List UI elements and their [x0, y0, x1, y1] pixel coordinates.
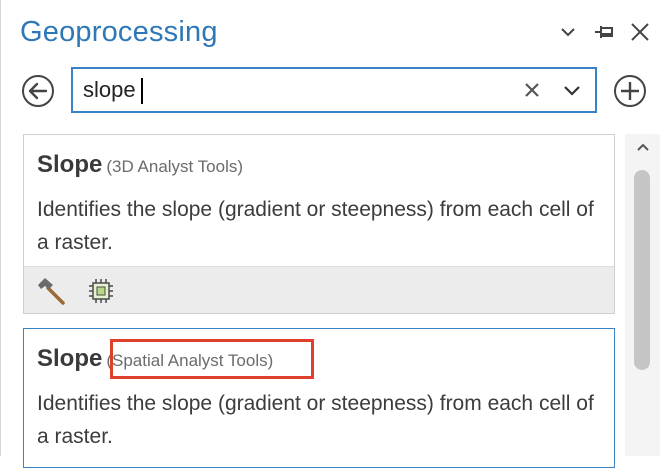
result-description: Identifies the slope (gradient or steepn…: [37, 392, 594, 448]
geoprocessing-pane: Geoprocessing slope Slope (3D Analyst To…: [0, 0, 660, 468]
result-title: Slope: [37, 345, 103, 372]
result-card[interactable]: Slope (Spatial Analyst Tools) Identifies …: [23, 328, 615, 468]
window-controls: [555, 18, 653, 46]
result-card[interactable]: Slope (3D Analyst Tools) Identifies the s…: [23, 134, 615, 314]
result-title: Slope: [37, 151, 103, 178]
result-header: Slope (3D Analyst Tools): [37, 151, 243, 179]
chevron-down-icon: [564, 86, 580, 96]
processor-chip-icon: [86, 276, 116, 306]
clear-x-icon: [525, 83, 539, 97]
clear-search-button[interactable]: [521, 79, 543, 101]
back-arrow-icon: [22, 75, 54, 107]
chevron-down-icon[interactable]: [555, 18, 581, 46]
search-results-list: Slope (3D Analyst Tools) Identifies the s…: [23, 134, 615, 468]
pin-icon[interactable]: [591, 18, 617, 46]
close-icon[interactable]: [627, 18, 653, 46]
search-input[interactable]: [83, 75, 503, 105]
result-description: Identifies the slope (gradient or steepn…: [37, 198, 594, 254]
result-footer: [24, 266, 614, 313]
back-button[interactable]: [21, 74, 55, 108]
pane-title: Geoprocessing: [20, 16, 218, 48]
scroll-thumb[interactable]: [634, 170, 650, 370]
add-button[interactable]: [613, 74, 647, 108]
highlight-box: [110, 339, 314, 379]
text-caret: [141, 78, 143, 104]
search-box: [71, 67, 597, 113]
add-circle-icon: [614, 75, 646, 107]
result-toolbox: (3D Analyst Tools): [106, 157, 244, 176]
hammer-icon: [36, 276, 66, 306]
search-options-dropdown[interactable]: [561, 79, 583, 101]
vertical-scrollbar[interactable]: [625, 134, 660, 456]
scroll-up-icon[interactable]: [635, 140, 651, 154]
